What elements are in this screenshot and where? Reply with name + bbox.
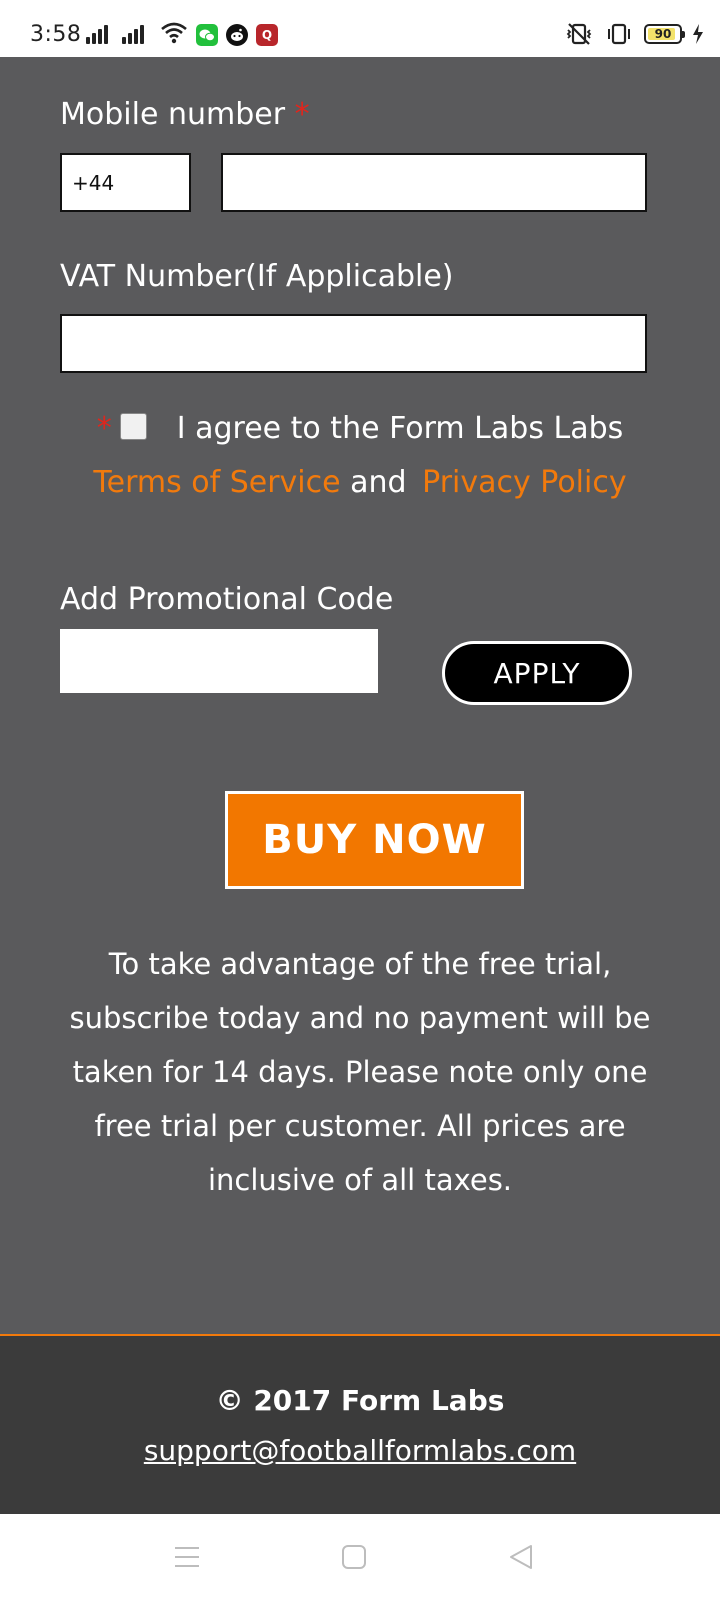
required-marker: * bbox=[96, 411, 112, 446]
country-code-input[interactable]: +44 bbox=[60, 153, 191, 212]
and-text: and bbox=[350, 465, 407, 500]
promo-code-input[interactable] bbox=[60, 629, 378, 693]
status-right-icons: 90 bbox=[564, 22, 704, 46]
required-marker: * bbox=[294, 97, 310, 132]
reddit-icon bbox=[226, 24, 248, 46]
promo-label: Add Promotional Code bbox=[60, 582, 394, 617]
battery-level: 90 bbox=[654, 27, 672, 41]
vat-label: VAT Number(If Applicable) bbox=[60, 259, 454, 294]
quora-icon: Q bbox=[256, 24, 278, 46]
status-bar: 3:58 Q 90 bbox=[0, 0, 720, 57]
agree-row: * I agree to the Form Labs Labs bbox=[0, 402, 720, 456]
agree-text: I agree to the Form Labs Labs bbox=[176, 411, 624, 446]
signal-icon bbox=[122, 22, 144, 44]
support-email-link[interactable]: support@footballformlabs.com bbox=[0, 1434, 720, 1467]
terms-of-service-link[interactable]: Terms of Service bbox=[93, 465, 340, 500]
mobile-label: Mobile number * bbox=[60, 97, 310, 132]
status-time: 3:58 bbox=[30, 22, 82, 47]
menu-icon[interactable] bbox=[174, 1544, 200, 1570]
apply-button[interactable]: APPLY bbox=[442, 641, 632, 705]
checkout-form: Mobile number * +44 VAT Number(If Applic… bbox=[0, 57, 720, 1334]
system-nav-bar bbox=[0, 1514, 720, 1600]
signal-icon bbox=[86, 22, 108, 44]
mobile-number-input[interactable] bbox=[221, 153, 647, 212]
vat-number-input[interactable] bbox=[60, 314, 647, 373]
footer: © 2017 Form Labs support@footballformlab… bbox=[0, 1334, 720, 1514]
wifi-icon bbox=[161, 22, 187, 44]
back-icon[interactable] bbox=[508, 1544, 534, 1570]
home-icon[interactable] bbox=[341, 1544, 367, 1570]
vibrate-off-icon bbox=[566, 23, 592, 45]
free-trial-notice: To take advantage of the free trial, sub… bbox=[69, 947, 651, 1197]
battery-icon: 90 bbox=[644, 24, 685, 44]
wechat-icon bbox=[196, 24, 218, 46]
copyright-text: © 2017 Form Labs bbox=[215, 1384, 505, 1417]
buy-now-button[interactable]: BUY NOW bbox=[225, 791, 524, 889]
privacy-policy-link[interactable]: Privacy Policy bbox=[422, 465, 626, 500]
agree-checkbox[interactable] bbox=[119, 413, 147, 440]
charging-icon bbox=[693, 24, 703, 44]
mobile-label-text: Mobile number bbox=[60, 97, 286, 132]
vibrate-icon bbox=[608, 23, 630, 45]
legal-links-row: Terms of Service and Privacy Policy bbox=[0, 456, 720, 510]
